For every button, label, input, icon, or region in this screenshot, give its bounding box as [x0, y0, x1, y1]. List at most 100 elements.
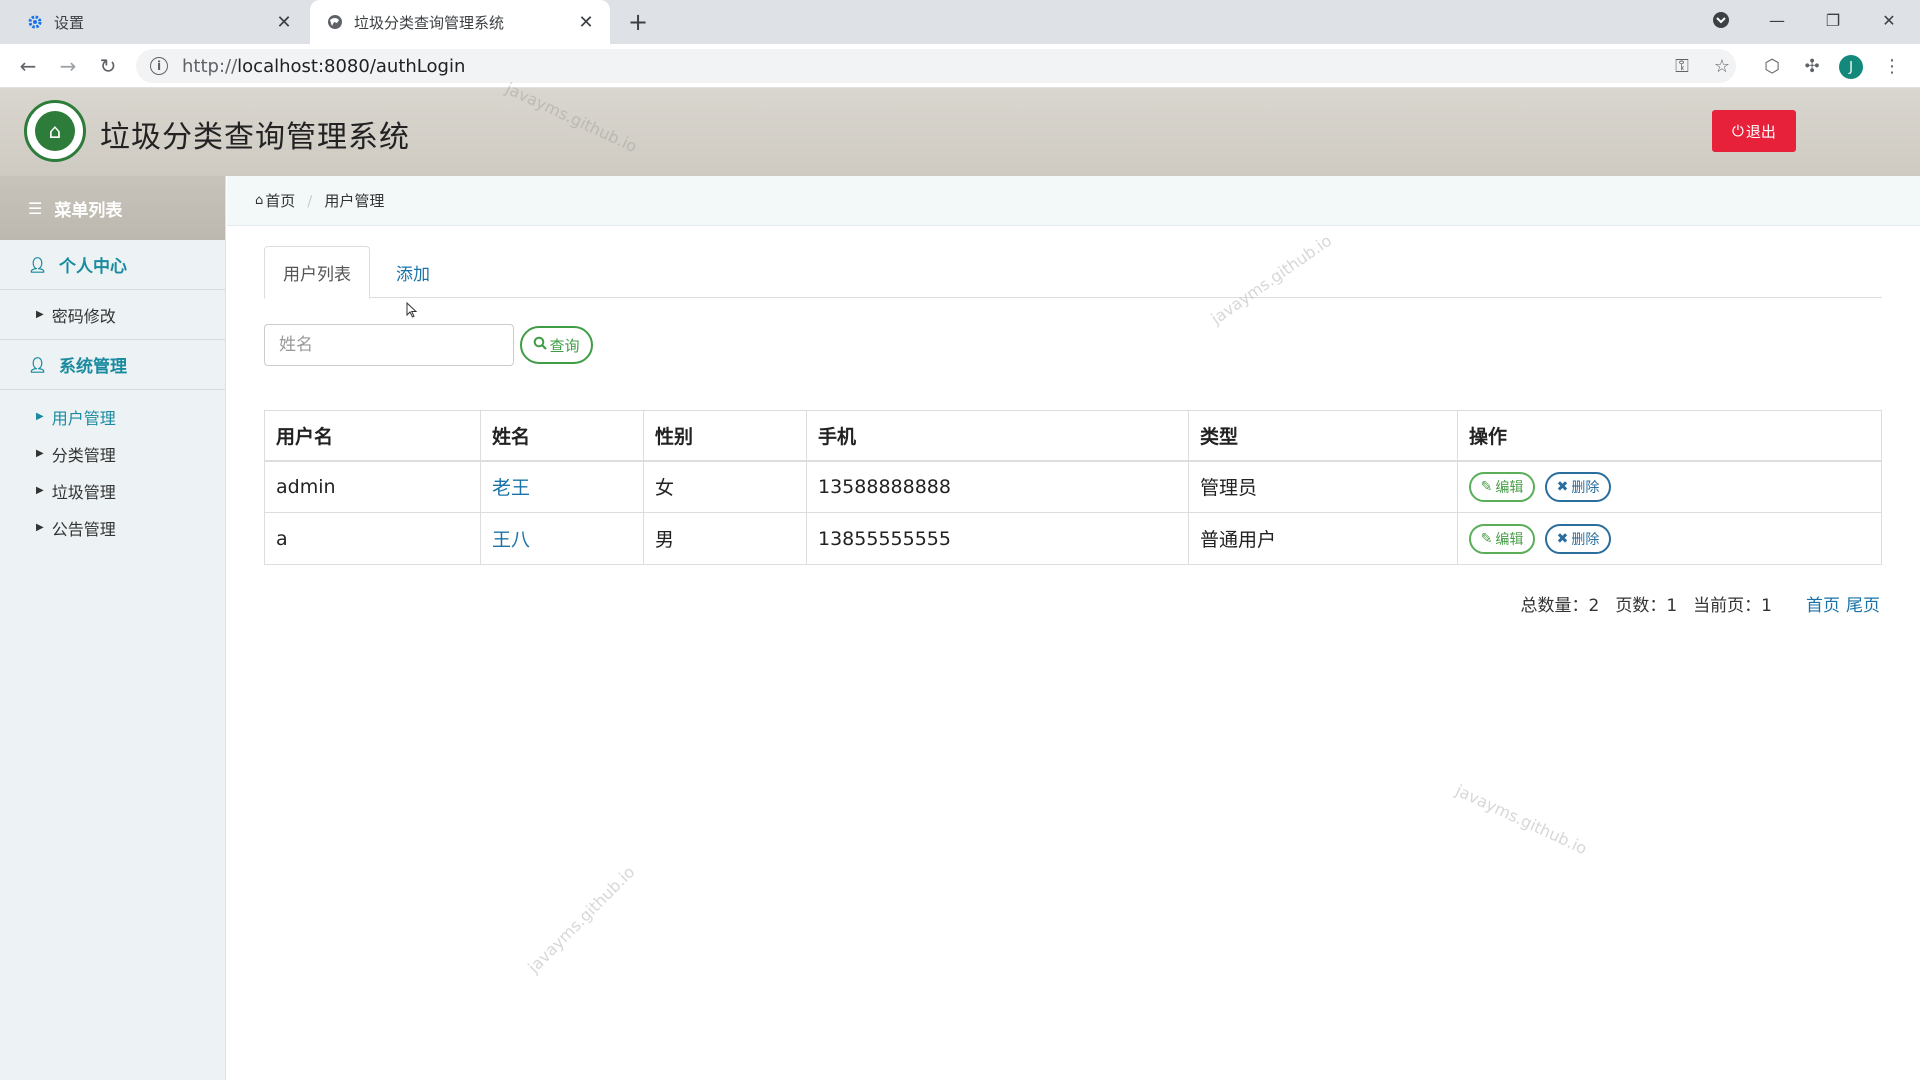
gear-icon	[26, 13, 44, 31]
logout-button[interactable]: ⏻ 退出	[1712, 110, 1796, 152]
browser-tab-title: 垃圾分类查询管理系统	[354, 13, 505, 32]
edit-button[interactable]: ✎ 编辑	[1469, 523, 1535, 554]
address-bar[interactable]: i http:// localhost:8080/authLogin	[136, 49, 1736, 83]
cell-username: admin	[264, 460, 481, 513]
delete-button[interactable]: ✖ 删除	[1545, 523, 1612, 554]
key-icon[interactable]: ⚿	[1670, 54, 1694, 78]
cell-type: 普通用户	[1188, 512, 1458, 565]
sidebar-item-notices[interactable]: ▶ 公告管理	[0, 509, 225, 546]
user-name-link[interactable]: 王八	[492, 529, 530, 551]
app-header: ⌂ 垃圾分类查询管理系统 javayms.github.io ⏻ 退出	[0, 79, 1920, 176]
close-window-icon[interactable]: ✕	[1866, 0, 1912, 40]
delete-button[interactable]: ✖ 删除	[1545, 471, 1612, 502]
sidebar-item-label: 用户管理	[51, 408, 116, 428]
close-icon[interactable]: ✕	[274, 12, 294, 33]
close-icon: ✖	[1556, 478, 1569, 495]
pager-pages: 页数：1	[1615, 595, 1678, 616]
restore-icon[interactable]: ❐	[1810, 0, 1856, 40]
cell-actions: ✎ 编辑 ✖ 删除	[1457, 512, 1882, 565]
cell-gender: 女	[643, 460, 807, 513]
breadcrumb: ⌂ 首页 / 用户管理	[227, 176, 1920, 226]
sidebar-section-system[interactable]: 👤︎ 系统管理	[0, 340, 225, 390]
tab-add[interactable]: 添加	[378, 246, 448, 298]
caret-right-icon: ▶	[36, 411, 44, 422]
pencil-icon: ✎	[1480, 478, 1493, 495]
cell-name: 老王	[480, 460, 644, 513]
browser-tab-app[interactable]: 垃圾分类查询管理系统 ✕	[310, 0, 610, 44]
user-name-link[interactable]: 老王	[492, 477, 530, 499]
cell-actions: ✎ 编辑 ✖ 删除	[1457, 460, 1882, 513]
browser-tab-title: 设置	[54, 13, 85, 32]
globe-icon	[326, 13, 344, 31]
browser-tab-strip: 设置 ✕ 垃圾分类查询管理系统 ✕ + — ❐ ✕	[0, 0, 1920, 44]
sidebar-heading-label: 菜单列表	[54, 200, 123, 221]
close-icon[interactable]: ✕	[576, 12, 596, 33]
extension-hex-icon[interactable]: ⬡	[1760, 54, 1784, 78]
sidebar-item-label: 公告管理	[51, 519, 116, 539]
info-icon[interactable]: i	[150, 57, 168, 75]
column-header-username: 用户名	[264, 410, 481, 462]
column-header-phone: 手机	[806, 410, 1189, 462]
breadcrumb-home[interactable]: 首页	[265, 190, 295, 211]
delete-label: 删除	[1571, 479, 1600, 496]
sidebar-subgroup-system: ▶ 用户管理 ▶ 分类管理 ▶ 垃圾管理 ▶ 公告管理	[0, 390, 225, 546]
breadcrumb-current: 用户管理	[324, 192, 385, 210]
cell-type: 管理员	[1188, 460, 1458, 513]
column-header-name: 姓名	[480, 410, 644, 462]
pagination: 总数量：2 页数：1 当前页：1 首页 尾页	[1480, 590, 1880, 616]
sidebar-item-label: 分类管理	[51, 445, 116, 465]
query-button[interactable]: 查询	[520, 326, 593, 364]
cell-phone: 13855555555	[806, 512, 1189, 565]
users-table: 用户名 姓名 性别 手机 类型 操作 admin 老王 女 1358888888…	[264, 410, 1882, 565]
sidebar-item-garbage[interactable]: ▶ 垃圾管理	[0, 472, 225, 509]
edit-label: 编辑	[1495, 531, 1524, 548]
logout-label: 退出	[1745, 123, 1776, 141]
pager-last-link[interactable]: 尾页	[1846, 591, 1880, 616]
edit-label: 编辑	[1495, 479, 1524, 496]
name-search-input[interactable]	[264, 324, 514, 366]
new-tab-button[interactable]: +	[624, 8, 652, 36]
mouse-cursor-icon	[406, 302, 418, 318]
content-tabs: 用户列表 添加	[264, 246, 1882, 299]
caret-right-icon: ▶	[36, 448, 44, 459]
url-protocol: http://	[182, 55, 238, 77]
tab-user-list[interactable]: 用户列表	[264, 246, 370, 299]
sidebar-item-users[interactable]: ▶ 用户管理	[0, 398, 225, 435]
user-icon: 👤︎	[28, 355, 48, 374]
cell-name: 王八	[480, 512, 644, 565]
column-header-gender: 性别	[643, 410, 807, 462]
sidebar-subgroup-personal: ▶ 密码修改	[0, 290, 225, 340]
power-icon: ⏻	[1732, 122, 1744, 140]
reload-icon[interactable]: ↻	[94, 52, 122, 80]
sidebar-section-label: 个人中心	[59, 257, 128, 277]
sidebar-section-personal[interactable]: 👤︎ 个人中心	[0, 240, 225, 290]
profile-avatar[interactable]: J	[1839, 55, 1863, 79]
breadcrumb-separator: /	[307, 191, 313, 210]
sidebar-item-label: 垃圾管理	[51, 482, 116, 502]
puzzle-icon[interactable]: ✣	[1800, 54, 1824, 78]
minimize-icon[interactable]: —	[1754, 0, 1800, 40]
sidebar-item-categories[interactable]: ▶ 分类管理	[0, 435, 225, 472]
table-row: a 王八 男 13855555555 普通用户 ✎ 编辑 ✖ 删除	[264, 512, 1882, 565]
more-menu-icon[interactable]: ⋮	[1880, 54, 1904, 78]
sidebar-item-password[interactable]: ▶ 密码修改	[0, 296, 225, 333]
cell-gender: 男	[643, 512, 807, 565]
cell-phone: 13588888888	[806, 460, 1189, 513]
sidebar-heading: ☰ 菜单列表	[0, 176, 225, 240]
sidebar: ☰ 菜单列表 👤︎ 个人中心 ▶ 密码修改 👤︎ 系统管理 ▶ 用户管理 ▶ 分…	[0, 176, 226, 1080]
app-title: 垃圾分类查询管理系统	[100, 120, 410, 155]
forward-arrow-icon[interactable]: →	[54, 52, 82, 80]
browser-toolbar: ← → ↻ i http:// localhost:8080/authLogin…	[0, 44, 1920, 88]
pager-first-link[interactable]: 首页	[1806, 591, 1840, 616]
query-label: 查询	[549, 336, 580, 355]
browser-tab-settings[interactable]: 设置 ✕	[14, 0, 308, 44]
star-icon[interactable]: ☆	[1710, 54, 1734, 78]
edit-button[interactable]: ✎ 编辑	[1469, 471, 1535, 502]
tab-search-icon[interactable]	[1698, 0, 1744, 40]
home-icon: ⌂	[255, 193, 264, 208]
close-icon: ✖	[1556, 530, 1569, 547]
back-arrow-icon[interactable]: ←	[14, 52, 42, 80]
watermark-text: javayms.github.io	[502, 78, 640, 157]
sidebar-item-label: 密码修改	[51, 306, 116, 326]
delete-label: 删除	[1571, 531, 1600, 548]
